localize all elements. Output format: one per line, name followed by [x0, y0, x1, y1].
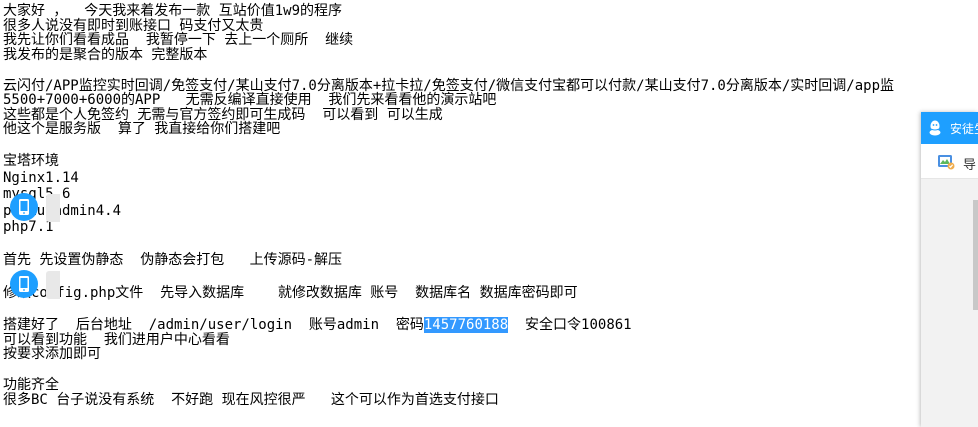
text-line: 5500+7000+6000的APP 无需反编译直接使用 我们先来看看他的演示站…: [3, 92, 497, 108]
mobile-phone-icon: [10, 270, 38, 298]
side-panel-nav-label: 导: [963, 158, 977, 173]
floating-side-panel: 安徒生 导: [921, 112, 978, 427]
security-code-text: 安全口令100861: [508, 317, 632, 333]
text-line: phpmuyadmin4.4: [3, 202, 122, 219]
selected-password-text[interactable]: 1457760188: [423, 317, 509, 333]
text-line: 可以看到功能 我们进用户中心看看: [3, 331, 230, 348]
text-line: 按要求添加即可: [3, 346, 101, 362]
text-editor[interactable]: 大家好 ， 今天我来着发布一款 互站价值1w9的程序 很多人说没有即时到账接口 码…: [0, 0, 978, 427]
text-line: php7.1: [3, 219, 54, 235]
text-line: 首先 先设置伪静态 伪静态会打包 上传源码-解压: [3, 252, 342, 268]
login-info-text: 搭建好了 后台地址 /admin/user/login 账号admin 密码: [3, 317, 424, 333]
text-line: 功能齐全: [3, 377, 59, 393]
text-line: 这些都是个人免签约 无需与官方签约即可生成码 可以看到 可以生成: [3, 106, 443, 123]
qq-penguin-icon: [929, 120, 941, 136]
faded-label-glyph: [46, 194, 60, 222]
text-line: 他这个是服务版 算了 我直接给你们搭建吧: [3, 121, 281, 137]
text-line: 大家好 ， 今天我来着发布一款 互站价值1w9的程序: [3, 3, 342, 19]
login-info-line: 搭建好了 后台地址 /admin/user/login 账号admin 密码14…: [3, 317, 978, 333]
image-gallery-icon: [938, 155, 955, 170]
faded-label-glyph: [46, 271, 60, 299]
text-line: 云闪付/APP监控实时回调/免签支付/某山支付7.0分离版本+拉卡拉/免签支付/…: [3, 77, 894, 94]
text-line: mysql5.6: [3, 186, 71, 202]
mobile-phone-icon: [10, 193, 38, 221]
document-text[interactable]: 大家好 ， 今天我来着发布一款 互站价值1w9的程序 很多人说没有即时到账接口 码…: [3, 4, 978, 407]
text-line: 我先让你们看看成品 我暂停一下 去上一个厕所 继续: [3, 32, 354, 48]
vertical-scrollbar[interactable]: [973, 200, 978, 310]
mobile-contact-card[interactable]: [9, 265, 60, 303]
text-line: 很多BC 台子说没有系统 不好跑 现在风控很严 这个可以作为首选支付接口: [3, 391, 499, 408]
side-panel-header-label: 安徒生: [950, 122, 978, 136]
mobile-contact-card[interactable]: [9, 188, 60, 226]
side-panel-header[interactable]: 安徒生: [921, 112, 978, 144]
text-line: 很多人说没有即时到账接口 码支付又太贵: [3, 17, 264, 34]
text-line: Nginx1.14: [3, 169, 79, 186]
side-panel-nav-item[interactable]: 导: [921, 146, 978, 179]
text-line: 我发布的是聚合的版本 完整版本: [3, 46, 208, 63]
text-line: 宝塔环境: [3, 153, 59, 169]
side-panel-content-area: [921, 179, 978, 427]
text-line: 修改config.php文件 先导入数据库 就修改数据库 账号 数据库名 数据库…: [3, 285, 578, 301]
